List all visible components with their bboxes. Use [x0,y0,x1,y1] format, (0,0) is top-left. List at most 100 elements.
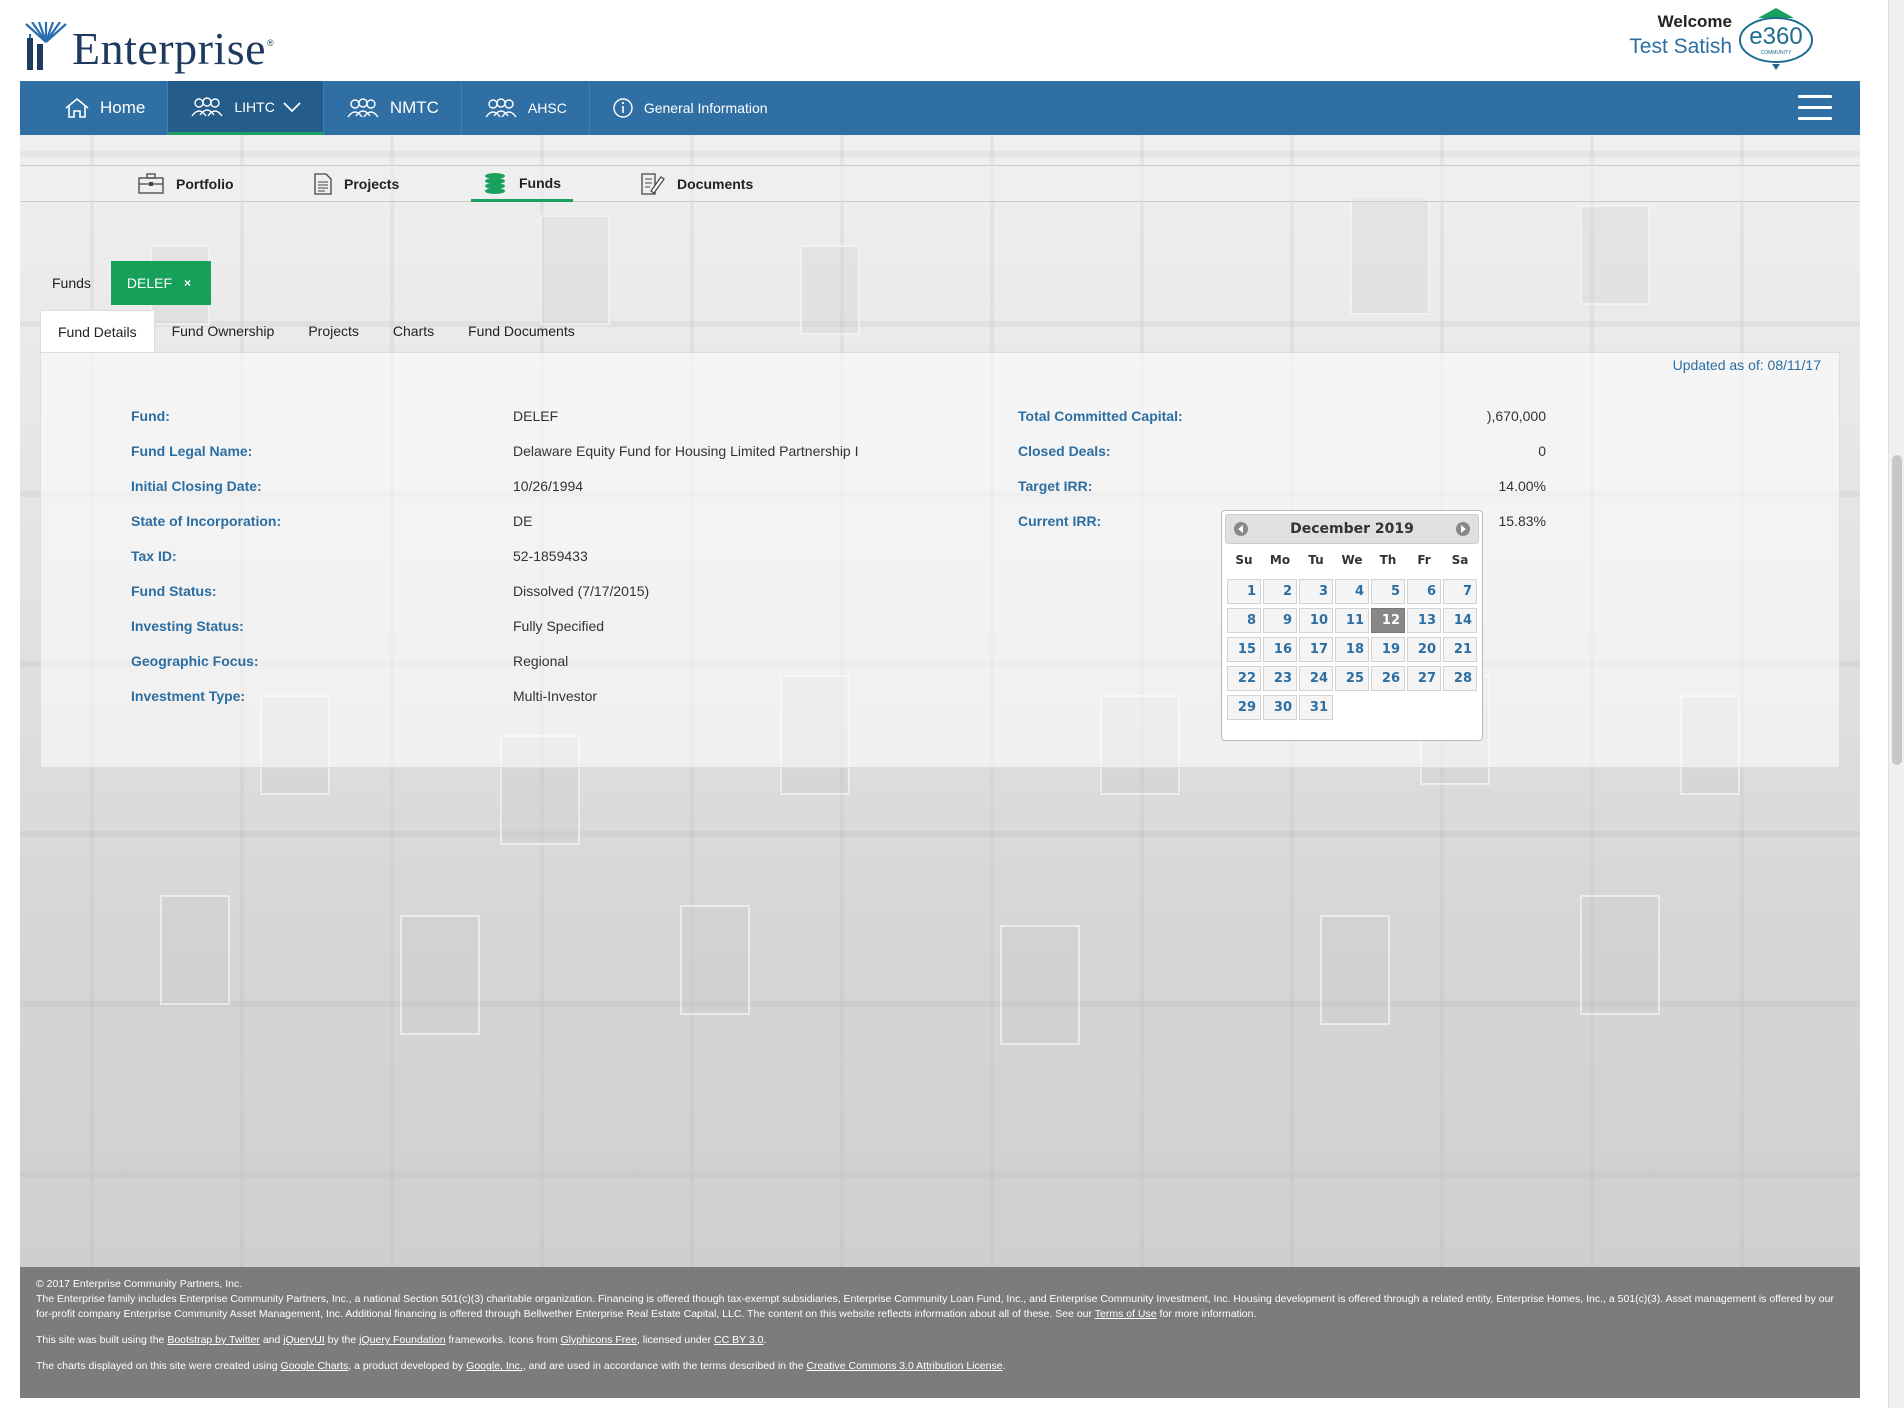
calendar-day[interactable]: 17 [1299,637,1333,662]
svg-text:COMMUNITY: COMMUNITY [1761,50,1792,56]
calendar-day[interactable]: 8 [1227,608,1261,633]
terms-of-use-link[interactable]: Terms of Use [1095,1308,1157,1320]
footer-text: , and are used in accordance with the te… [522,1360,807,1372]
calendar-day[interactable]: 27 [1407,666,1441,691]
footer-charts-note: The charts displayed on this site were c… [36,1359,1846,1374]
field-value: Fully Specified [513,618,605,634]
calendar-day[interactable]: 31 [1299,695,1333,720]
nav-nmtc[interactable]: NMTC [324,81,462,135]
calendar-day[interactable]: 12 [1371,608,1405,633]
calendar-day[interactable]: 25 [1335,666,1369,691]
field-label: Tax ID: [131,548,177,564]
field-label: Investment Type: [131,688,246,704]
tab-charts[interactable]: Charts [376,310,451,352]
enterprise-logo[interactable]: Enterprise ® [24,12,274,72]
calendar-day[interactable]: 9 [1263,608,1297,633]
cc-by-link[interactable]: CC BY 3.0 [714,1334,763,1346]
subnav-documents[interactable]: Documents [641,166,753,202]
calendar-day[interactable]: 26 [1371,666,1405,691]
nav-general-information[interactable]: General Information [590,81,790,135]
calendar-day[interactable]: 24 [1299,666,1333,691]
calendar-day[interactable]: 21 [1443,637,1477,662]
calendar-day[interactable]: 23 [1263,666,1297,691]
hamburger-icon[interactable] [1798,95,1832,121]
tab-fund-documents[interactable]: Fund Documents [451,310,592,352]
calendar-day[interactable]: 2 [1263,579,1297,604]
tab-fund-details[interactable]: Fund Details [40,310,155,352]
google-charts-link[interactable]: Google Charts [281,1360,349,1372]
calendar-day[interactable]: 30 [1263,695,1297,720]
glyphicons-link[interactable]: Glyphicons Free [561,1334,637,1346]
footer-text: . [763,1334,767,1346]
subnav-portfolio[interactable]: Portfolio [138,166,234,202]
background-building-decoration [1320,915,1390,1025]
logo-text: Enterprise [72,23,267,74]
page-scrollbar[interactable] [1888,0,1904,1408]
subnav-portfolio-label: Portfolio [176,176,234,192]
nav-lihtc-label: LIHTC [234,98,275,115]
next-month-icon[interactable] [1456,522,1470,536]
field-label: Fund Status: [131,583,217,599]
calendar-day[interactable]: 16 [1263,637,1297,662]
field-label: Geographic Focus: [131,653,259,669]
subnav-documents-label: Documents [677,176,754,192]
weekday-header: Th [1379,553,1397,567]
calendar-day[interactable]: 11 [1335,608,1369,633]
calendar-day[interactable]: 7 [1443,579,1477,604]
briefcase-icon [138,173,164,194]
jquery-foundation-link[interactable]: jQuery Foundation [359,1334,445,1346]
field-value: 0 [1538,443,1546,459]
calendar-day[interactable]: 19 [1371,637,1405,662]
fund-breadcrumb-tabs: Funds DELEF × [36,261,212,305]
field-value: Dissolved (7/17/2015) [513,583,650,599]
funds-tab[interactable]: Funds [36,275,111,291]
nav-general-information-label: General Information [643,100,768,116]
calendar-day[interactable]: 20 [1407,637,1441,662]
document-icon [314,173,332,195]
nav-lihtc[interactable]: LIHTC [168,81,324,135]
bootstrap-link[interactable]: Bootstrap by Twitter [167,1334,260,1346]
e360-community-logo-icon[interactable]: e360 COMMUNITY [1736,8,1816,70]
updated-timestamp: Updated as of: 08/11/17 [1672,357,1821,373]
field-label: Total Committed Capital: [1018,408,1183,424]
close-icon[interactable]: × [184,276,191,290]
google-link[interactable]: Google, Inc. [466,1360,523,1372]
prev-month-icon[interactable] [1234,522,1248,536]
datepicker-calendar-grid: Su Mo Tu We Th Fr Sa 1 2 3 4 5 6 7 8 9 10 11 12 13 14 15 16 17 1… [1225,548,1479,722]
calendar-day[interactable]: 28 [1443,666,1477,691]
subnav-projects[interactable]: Projects [314,166,399,202]
calendar-day[interactable]: 3 [1299,579,1333,604]
calendar-day[interactable]: 1 [1227,579,1261,604]
tab-fund-ownership[interactable]: Fund Ownership [155,310,292,352]
calendar-day[interactable]: 22 [1227,666,1261,691]
subnav-funds[interactable]: Funds [471,166,573,202]
calendar-day[interactable]: 13 [1407,608,1441,633]
field-value: DELEF [513,408,559,424]
calendar-day[interactable]: 18 [1335,637,1369,662]
field-value: 10/26/1994 [513,478,584,494]
calendar-day[interactable]: 29 [1227,695,1261,720]
scrollbar-thumb[interactable] [1892,455,1902,765]
creative-commons-link[interactable]: Creative Commons 3.0 Attribution License [806,1360,1002,1372]
datepicker-popup[interactable]: December 2019 Su Mo Tu We Th Fr Sa 1 2 3 4 5 6 7 8 9 10 1… [1221,510,1483,741]
field-label: State of Incorporation: [131,513,282,529]
weekday-header: Su [1235,553,1253,567]
calendar-day[interactable]: 5 [1371,579,1405,604]
datepicker-header: December 2019 [1225,514,1479,544]
svg-text:e360: e360 [1749,23,1802,50]
calendar-day[interactable]: 14 [1443,608,1477,633]
calendar-day[interactable]: 10 [1299,608,1333,633]
calendar-day[interactable]: 15 [1227,637,1261,662]
background-building-decoration [680,905,750,1015]
fund-chip-delef[interactable]: DELEF × [110,261,212,305]
nav-home[interactable]: Home [20,81,169,135]
enterprise-logo-mark-icon [25,22,67,70]
calendar-day[interactable]: 6 [1407,579,1441,604]
user-name[interactable]: Test Satish [1629,35,1732,59]
weekday-header: Tu [1308,553,1324,567]
tab-projects[interactable]: Projects [291,310,376,352]
jqueryui-link[interactable]: jQueryUI [283,1334,324,1346]
field-value: 14.00% [1498,478,1546,494]
calendar-day[interactable]: 4 [1335,579,1369,604]
nav-ahsc[interactable]: AHSC [462,81,590,135]
